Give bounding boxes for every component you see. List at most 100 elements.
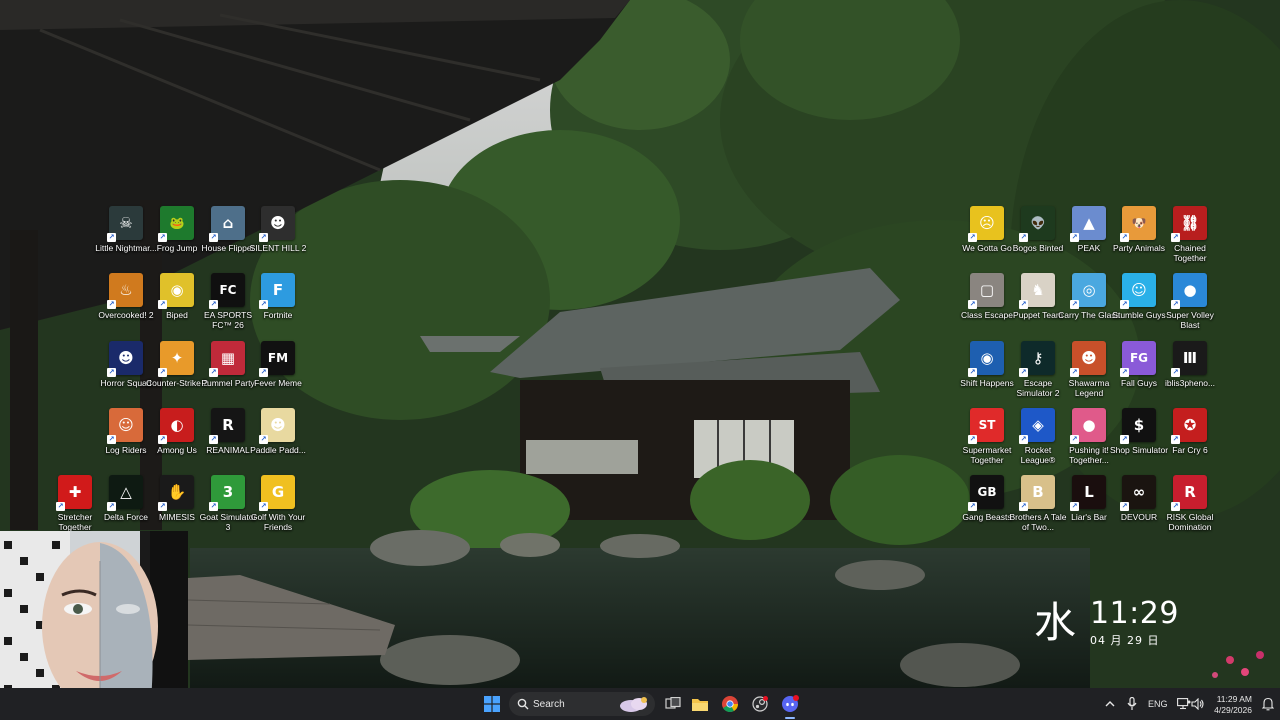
desktop-shortcut[interactable]: ● ↗ Pushing it! Together... — [1062, 408, 1116, 472]
shortcut-arrow-icon: ↗ — [1171, 502, 1180, 511]
among-us-icon: ◐ ↗ — [158, 408, 194, 444]
desktop-shortcut[interactable]: ▦ ↗ Pummel Party — [201, 341, 255, 405]
desktop-shortcut[interactable]: B ↗ Brothers A Tale of Two... — [1009, 475, 1067, 539]
desktop-clock-widget: 水 11:29 04 月 29 日 — [1034, 598, 1178, 658]
desktop-shortcut[interactable]: ST ↗ Supermarket Together — [960, 408, 1014, 472]
desktop-shortcut[interactable]: ☻ ↗ SILENT HILL 2 — [250, 206, 306, 270]
tray-overflow-button[interactable] — [1098, 692, 1122, 716]
desktop-shortcut[interactable]: ☠ ↗ Little Nightmar... — [95, 206, 157, 270]
desktop-shortcut[interactable]: ✦ ↗ Counter-Strike 2 — [146, 341, 208, 405]
clock-date: 04 月 29 日 — [1090, 634, 1160, 647]
chevron-up-icon — [1105, 701, 1115, 707]
log-riders-icon: ☺ ↗ — [107, 408, 143, 444]
desktop-shortcut[interactable]: FG ↗ Fall Guys — [1112, 341, 1166, 405]
start-button[interactable] — [480, 692, 504, 716]
discord-button[interactable] — [778, 692, 802, 716]
desktop-shortcut[interactable]: ⛓ ↗ Chained Together — [1163, 206, 1217, 270]
delta-force-icon: △ ↗ — [107, 475, 143, 511]
shortcut-arrow-icon: ↗ — [107, 502, 116, 511]
steam-button[interactable] — [748, 692, 772, 716]
desktop-shortcut[interactable]: ⚷ ↗ Escape Simulator 2 — [1011, 341, 1065, 405]
desktop-shortcut[interactable]: ☻ ↗ Horror Squad — [99, 341, 153, 405]
desktop-shortcut[interactable]: ✚ ↗ Stretcher Together — [48, 475, 102, 539]
desktop-shortcut[interactable]: ◉ ↗ Shift Happens — [960, 341, 1014, 405]
shortcut-arrow-icon: ↗ — [968, 502, 977, 511]
shift-happens-icon: ◉ ↗ — [968, 341, 1004, 377]
desktop-shortcut[interactable]: ☻ ↗ Paddle Padd... — [250, 408, 306, 472]
file-explorer-button[interactable] — [688, 692, 712, 716]
desktop-shortcut[interactable]: $ ↗ Shop Simulator — [1110, 408, 1168, 472]
desktop-shortcut-label: Super Volley Blast — [1166, 310, 1214, 330]
desktop-shortcut[interactable]: ◐ ↗ Among Us — [150, 408, 204, 472]
search-box[interactable]: Search — [509, 692, 655, 716]
peak-icon: ▲ ↗ — [1070, 206, 1106, 242]
desktop-shortcut[interactable]: ♞ ↗ Puppet Team — [1011, 273, 1065, 337]
desktop-shortcut[interactable]: ∞ ↗ DEVOUR — [1112, 475, 1166, 539]
desktop-shortcut[interactable]: ⌂ ↗ House Flipper — [201, 206, 255, 270]
shortcut-arrow-icon: ↗ — [1019, 502, 1028, 511]
desktop-shortcut[interactable]: ▲ ↗ PEAK — [1062, 206, 1116, 270]
desktop-shortcut[interactable]: L ↗ Liar's Bar — [1062, 475, 1116, 539]
desktop-shortcut[interactable]: GB ↗ Gang Beasts — [960, 475, 1014, 539]
shortcut-arrow-icon: ↗ — [107, 435, 116, 444]
desktop-shortcut[interactable]: ◉ ↗ Biped — [150, 273, 204, 337]
task-view-icon — [665, 697, 681, 709]
active-app-indicator — [785, 717, 795, 719]
desktop-shortcut[interactable]: ◈ ↗ Rocket League® — [1011, 408, 1065, 472]
shortcut-arrow-icon: ↗ — [158, 368, 167, 377]
chrome-button[interactable] — [718, 692, 742, 716]
chained-together-icon: ⛓ ↗ — [1171, 206, 1207, 242]
desktop-shortcut[interactable]: ✋ ↗ MIMESIS — [150, 475, 204, 539]
tray-time: 11:29 AM — [1216, 694, 1252, 704]
desktop-shortcut[interactable]: Ⅲ ↗ iblis3pheno... — [1163, 341, 1217, 405]
desktop-shortcut[interactable]: F ↗ Fortnite — [251, 273, 305, 337]
desktop-shortcut[interactable]: ☺ ↗ Log Riders — [99, 408, 153, 472]
notification-button[interactable] — [1256, 692, 1280, 716]
task-view-button[interactable] — [661, 692, 685, 716]
desktop-shortcut[interactable]: ♨ ↗ Overcooked! 2 — [98, 273, 154, 337]
shortcut-arrow-icon: ↗ — [1120, 502, 1129, 511]
microphone-button[interactable] — [1120, 692, 1144, 716]
desktop-icon-grid: ☠ ↗ Little Nightmar... 🐸 ↗ Frog Jump ⌂ ↗ House F… — [0, 0, 1280, 688]
shortcut-arrow-icon: ↗ — [209, 435, 218, 444]
desktop-shortcut-label: iblis3pheno... — [1164, 378, 1216, 388]
desktop-shortcut[interactable]: ☻ ↗ Shawarma Legend — [1062, 341, 1116, 405]
escape-simulator-icon: ⚷ ↗ — [1019, 341, 1055, 377]
desktop-shortcut[interactable]: R ↗ REANIMAL — [201, 408, 255, 472]
shortcut-arrow-icon: ↗ — [1070, 435, 1079, 444]
shortcut-arrow-icon: ↗ — [1120, 435, 1129, 444]
iblis-icon: Ⅲ ↗ — [1171, 341, 1207, 377]
desktop-shortcut[interactable]: FM ↗ Fever Meme — [251, 341, 305, 405]
microphone-icon — [1127, 697, 1137, 710]
desktop-shortcut[interactable]: ☺ ↗ Stumble Guys — [1112, 273, 1166, 337]
shortcut-arrow-icon: ↗ — [1070, 368, 1079, 377]
language-indicator[interactable]: ENG — [1148, 699, 1168, 709]
windows-logo-icon — [484, 696, 500, 712]
silent-hill-icon: ☻ ↗ — [259, 206, 295, 242]
discord-icon — [782, 695, 799, 712]
desktop-shortcut[interactable]: FC ↗ EA SPORTS FC™ 26 — [201, 273, 255, 337]
desktop-shortcut-label: RISK Global Domination — [1166, 512, 1214, 532]
fortnite-icon: F ↗ — [259, 273, 295, 309]
puppet-team-icon: ♞ ↗ — [1019, 273, 1055, 309]
desktop-shortcut[interactable]: △ ↗ Delta Force — [99, 475, 153, 539]
desktop-shortcut[interactable]: G ↗ Golf With Your Friends — [251, 475, 305, 539]
desktop-shortcut[interactable]: 🐸 ↗ Frog Jump — [150, 206, 204, 270]
desktop-shortcut[interactable]: ▢ ↗ Class Escape — [960, 273, 1014, 337]
shortcut-arrow-icon: ↗ — [209, 502, 218, 511]
desktop-shortcut[interactable]: R ↗ RISK Global Domination — [1163, 475, 1217, 539]
shortcut-arrow-icon: ↗ — [968, 300, 977, 309]
shawarma-legend-icon: ☻ ↗ — [1070, 341, 1106, 377]
desktop-shortcut[interactable]: 👽 ↗ Bogos Binted — [1011, 206, 1065, 270]
shortcut-arrow-icon: ↗ — [1019, 233, 1028, 242]
supermarket-together-icon: ST ↗ — [968, 408, 1004, 444]
desktop-shortcut[interactable]: 🐶 ↗ Party Animals — [1112, 206, 1166, 270]
shortcut-arrow-icon: ↗ — [107, 233, 116, 242]
desktop-shortcut[interactable]: ✪ ↗ Far Cry 6 — [1163, 408, 1217, 472]
fall-guys-icon: FG ↗ — [1120, 341, 1156, 377]
desktop-shortcut[interactable]: ● ↗ Super Volley Blast — [1163, 273, 1217, 337]
volume-button[interactable] — [1186, 692, 1210, 716]
desktop-shortcut[interactable]: ◎ ↗ Carry The Glass — [1058, 273, 1120, 337]
tray-clock[interactable]: 11:29 AM 4/29/2026 — [1210, 691, 1252, 717]
desktop-shortcut[interactable]: ☹ ↗ We Gotta Go — [960, 206, 1014, 270]
